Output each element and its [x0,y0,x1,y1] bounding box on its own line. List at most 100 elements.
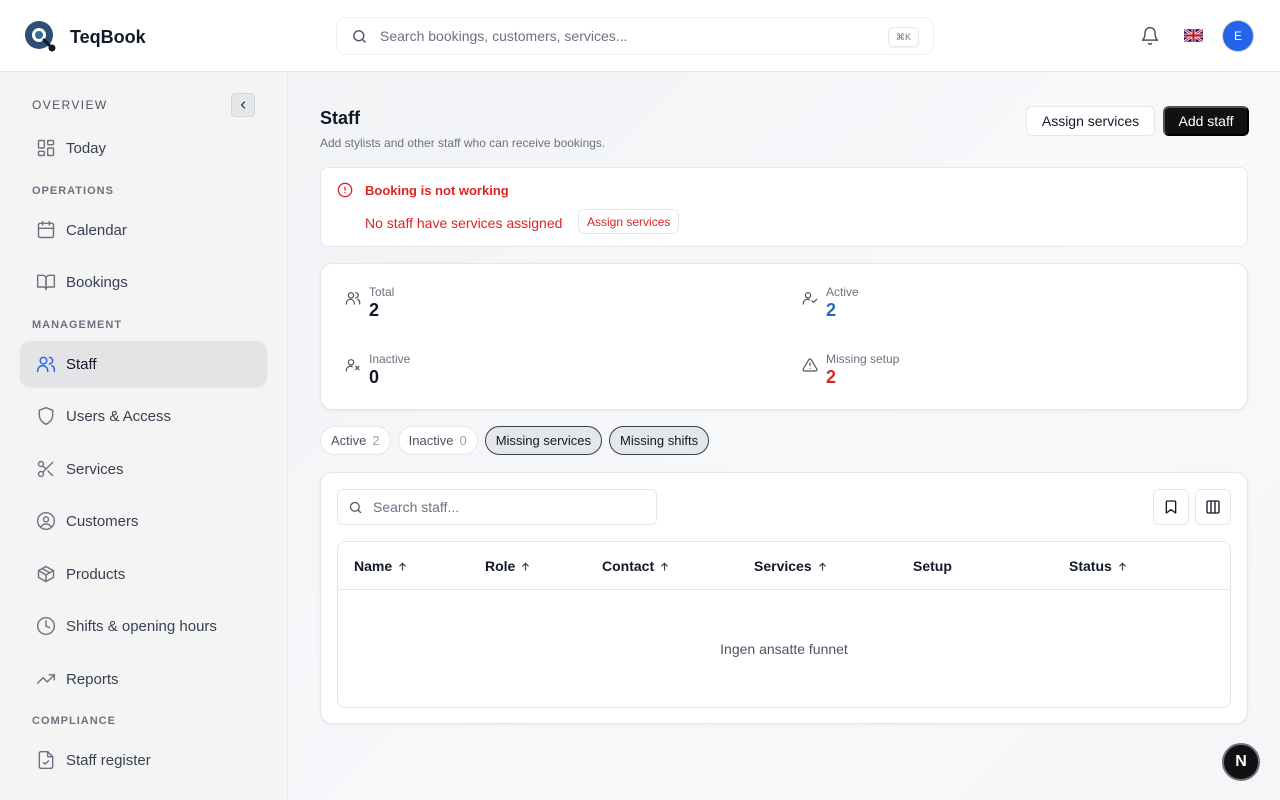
book-icon [36,274,56,291]
sidebar-item-label: Bookings [66,273,128,291]
column-label: Role [485,558,516,574]
arrow-up-icon [818,561,826,571]
package-icon [37,565,55,583]
user-check-icon [802,292,818,305]
teqbook-logo-icon [25,21,56,52]
column-label: Setup [913,558,952,574]
column-header-setup: Setup [913,558,952,574]
global-search[interactable]: ⌘K [336,17,934,55]
sidebar-item-label: Shifts & opening hours [66,617,217,635]
column-label: Contact [602,558,655,574]
main-content: Staff Add stylists and other staff who c… [289,72,1280,800]
sidebar-item-products[interactable]: Products [20,551,267,597]
columns-button[interactable] [1195,489,1231,525]
page-subtitle: Add stylists and other staff who can rec… [320,136,606,150]
search-icon [353,29,366,43]
page-title: Staff [320,108,360,128]
filter-chip-missing-shifts[interactable]: Missing shifts [609,426,710,455]
shield-icon [38,406,54,426]
stat-label: Inactive [369,352,411,366]
collapse-sidebar-button[interactable] [231,93,255,117]
dashboard-icon [37,139,55,157]
filter-chip-missing-services[interactable]: Missing services [484,426,603,455]
sidebar-item-label: Customers [66,512,139,530]
add-staff-button[interactable]: Add staff [1163,106,1249,136]
sidebar-item-label: Today [66,139,107,157]
filter-chips: Active 2 Inactive 0 Missing services Mis… [320,426,710,455]
notifications-button[interactable] [1140,26,1160,51]
chip-label: Missing services [495,433,592,448]
bookmark-icon [1165,500,1177,514]
column-label: Name [354,558,393,574]
table-header: Name Role Contact Services Setup Status [338,542,1230,590]
staff-search[interactable] [337,489,657,525]
sidebar-item-label: Products [66,565,126,583]
sidebar-item-staff-register[interactable]: Staff register [20,737,267,783]
chip-count: 0 [459,433,467,448]
clock-icon [36,616,56,636]
sidebar-item-today[interactable]: Today [20,125,267,171]
dev-tools-badge[interactable]: N [1222,743,1260,781]
columns-icon [1206,500,1220,514]
chevron-left-icon [240,101,246,109]
global-search-input[interactable] [380,28,860,44]
sidebar-item-customers[interactable]: Customers [20,498,267,544]
assign-services-button[interactable]: Assign services [1026,106,1155,136]
sidebar-item-shifts[interactable]: Shifts & opening hours [20,603,267,649]
calendar-icon [37,220,55,239]
column-header-services[interactable]: Services [754,558,828,574]
filter-chip-active[interactable]: Active 2 [320,426,391,455]
empty-state-message: Ingen ansatte funnet [720,641,848,657]
search-shortcut-badge: ⌘K [887,27,919,47]
sidebar-item-label: Staff register [66,751,151,769]
chip-label: Inactive [408,433,454,448]
stat-value: 2 [826,367,837,387]
section-label-operations: OPERATIONS [32,185,114,197]
chip-label: Active [331,433,367,448]
section-label-management: MANAGEMENT [32,319,123,331]
stat-value: 2 [826,300,837,320]
sidebar-item-bookings[interactable]: Bookings [20,259,267,305]
sidebar-item-users-access[interactable]: Users & Access [20,393,267,439]
arrow-up-icon [522,561,530,571]
scissors-icon [37,460,54,478]
booking-alert: Booking is not working No staff have ser… [320,167,1248,247]
column-header-role[interactable]: Role [485,558,531,574]
users-icon [345,292,361,305]
sidebar-item-label: Reports [66,670,119,688]
sidebar-item-calendar[interactable]: Calendar [20,207,267,253]
search-icon [349,501,362,513]
filter-chip-inactive[interactable]: Inactive 0 [397,426,478,455]
warning-triangle-icon [802,358,818,372]
app-logo[interactable]: TeqBook [24,20,146,54]
alert-message: No staff have services assigned [365,215,563,231]
user-circle-icon [36,511,56,531]
section-label-compliance: COMPLIANCE [32,715,116,727]
sidebar: OVERVIEW Today OPERATIONS Calendar Booki… [0,72,288,800]
staff-stats-card: Total 2 Active 2 Inactive 0 Missing setu… [320,263,1248,410]
stat-label: Active [826,285,859,299]
column-label: Status [1069,558,1112,574]
file-check-icon [38,750,54,770]
chip-count: 2 [372,433,380,448]
user-x-icon [345,359,360,372]
sidebar-item-services[interactable]: Services [20,446,267,492]
column-header-contact[interactable]: Contact [602,558,670,574]
staff-search-input[interactable] [373,499,643,515]
stat-value: 2 [369,300,380,320]
saved-views-button[interactable] [1153,489,1189,525]
sidebar-item-label: Users & Access [66,407,172,425]
alert-assign-services-button[interactable]: Assign services [578,209,680,234]
sidebar-item-reports[interactable]: Reports [20,656,267,702]
trending-up-icon [36,674,56,684]
arrow-up-icon [399,561,406,571]
staff-table: Name Role Contact Services Setup Status … [337,541,1231,708]
uk-flag-icon[interactable] [1184,29,1203,42]
column-header-status[interactable]: Status [1069,558,1128,574]
column-header-name[interactable]: Name [354,558,408,574]
user-avatar[interactable]: E [1222,20,1254,52]
alert-circle-icon [337,182,353,198]
column-label: Services [754,558,812,574]
staff-table-card: Name Role Contact Services Setup [320,472,1248,724]
sidebar-item-staff[interactable]: Staff [20,341,267,387]
